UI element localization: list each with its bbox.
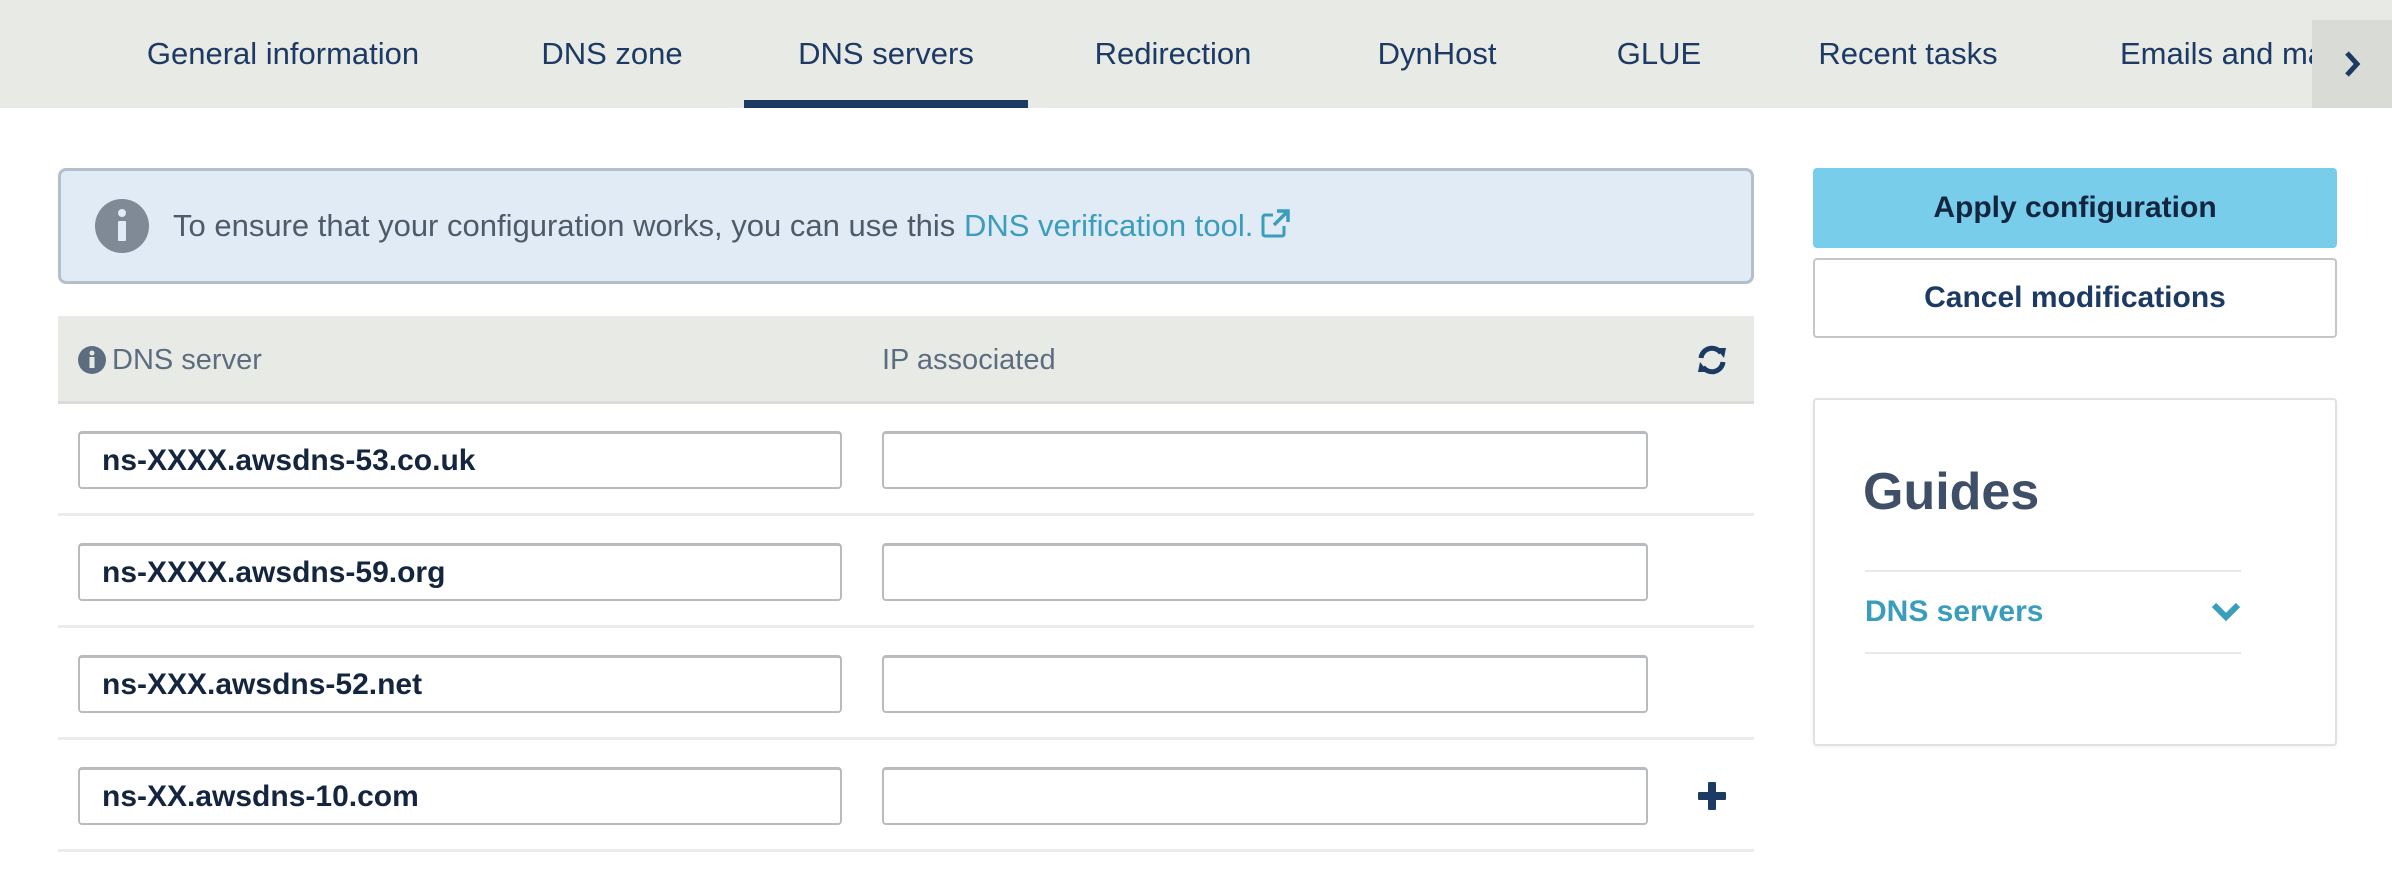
info-circle-icon — [95, 199, 149, 253]
tab-dns-servers[interactable]: DNS servers — [744, 0, 1028, 108]
tab-label: Recent tasks — [1818, 36, 1998, 71]
column-label: IP associated — [882, 343, 1056, 376]
info-banner: To ensure that your configuration works,… — [58, 168, 1754, 284]
info-circle-icon[interactable] — [78, 346, 106, 374]
dns-servers-table: DNS server IP associated — [58, 316, 1754, 852]
divider — [1865, 652, 2241, 654]
table-row — [58, 404, 1754, 516]
cancel-modifications-button[interactable]: Cancel modifications — [1813, 258, 2337, 338]
column-header-ip-associated: IP associated — [882, 316, 1056, 404]
chevron-right-icon — [2345, 51, 2361, 77]
ip-associated-input[interactable] — [882, 543, 1648, 601]
table-header: DNS server IP associated — [58, 316, 1754, 404]
dns-server-input[interactable] — [78, 655, 842, 713]
dns-server-input[interactable] — [78, 767, 842, 825]
tab-label: DynHost — [1377, 36, 1497, 71]
link-text: DNS verification tool. — [963, 208, 1254, 243]
column-header-dns-server: DNS server — [78, 316, 262, 404]
tab-bar: General information DNS zone DNS servers… — [0, 0, 2392, 108]
banner-text: To ensure that your configuration works,… — [173, 208, 964, 243]
dns-verification-tool-link[interactable]: DNS verification tool. — [964, 208, 1291, 243]
dns-server-input[interactable] — [78, 431, 842, 489]
ip-associated-input[interactable] — [882, 655, 1648, 713]
tab-dns-zone[interactable]: DNS zone — [520, 0, 704, 108]
tab-general-information[interactable]: General information — [118, 0, 448, 108]
guide-item-dns-servers[interactable]: DNS servers — [1865, 572, 2241, 652]
dns-server-input[interactable] — [78, 543, 842, 601]
tab-label: Emails and mailing lists — [2120, 36, 2312, 71]
chevron-down-icon — [2211, 602, 2241, 622]
tab-label: General information — [146, 36, 420, 71]
tab-redirection[interactable]: Redirection — [1070, 0, 1276, 108]
tab-label: DNS servers — [798, 36, 974, 71]
apply-configuration-button[interactable]: Apply configuration — [1813, 168, 2337, 248]
plus-icon[interactable] — [1696, 780, 1728, 812]
column-label: DNS server — [112, 343, 262, 376]
tab-recent-tasks[interactable]: Recent tasks — [1800, 0, 2016, 108]
table-row — [58, 740, 1754, 852]
guides-title: Guides — [1863, 463, 2040, 521]
ip-associated-input[interactable] — [882, 767, 1648, 825]
ip-associated-input[interactable] — [882, 431, 1648, 489]
refresh-icon[interactable] — [1694, 342, 1730, 378]
tab-label: GLUE — [1616, 36, 1702, 71]
tab-glue[interactable]: GLUE — [1600, 0, 1718, 108]
tab-label: DNS zone — [541, 36, 683, 71]
tab-label: Redirection — [1094, 36, 1252, 71]
guides-panel: Guides DNS servers — [1813, 398, 2337, 746]
tab-list: General information DNS zone DNS servers… — [0, 0, 2312, 108]
table-row — [58, 516, 1754, 628]
tab-emails-and-mailing-lists[interactable]: Emails and mailing lists — [2120, 0, 2312, 108]
external-link-icon — [1261, 209, 1291, 238]
guide-item-label: DNS servers — [1865, 595, 2044, 628]
banner-message: To ensure that your configuration works,… — [173, 208, 1291, 244]
table-row — [58, 628, 1754, 740]
tabs-scroll-next-button[interactable] — [2312, 20, 2392, 108]
tab-dynhost[interactable]: DynHost — [1358, 0, 1516, 108]
